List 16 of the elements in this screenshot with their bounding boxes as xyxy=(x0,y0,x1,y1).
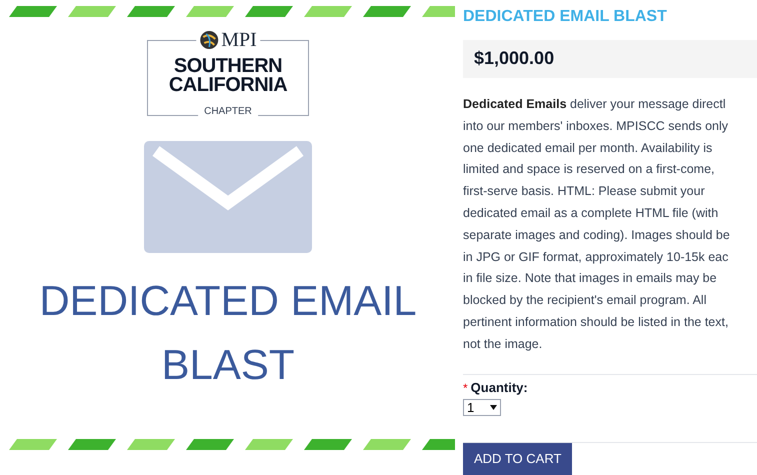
add-to-cart-button[interactable]: ADD TO CART xyxy=(463,443,572,475)
image-caption: BLAST xyxy=(161,340,295,390)
envelope-icon xyxy=(144,141,312,253)
logo-brand: MPI xyxy=(221,29,257,51)
required-mark: * xyxy=(463,380,468,396)
product-title: DEDICATED EMAIL BLAST xyxy=(463,8,668,26)
quantity-label: Quantity: xyxy=(470,378,528,397)
logo-chapter: CHAPTER xyxy=(204,106,252,117)
globe-icon xyxy=(199,30,220,50)
image-caption: DEDICATED EMAIL xyxy=(39,276,417,326)
logo-line: SOUTHERN xyxy=(174,57,282,76)
quantity-select[interactable]: 1 xyxy=(463,399,501,416)
product-description: Dedicated Emails deliver your message directl into our members' inboxes. MPISCC sends only one dedicated email per month. Availability is limited and space is reserved on a first-come, first-serve basis. HTML: Please submit your dedicated email as a complete HTML file (with separate images and coding). Images should be in JPG or GIF format, approximately 10-15k eac in file size. Note that images in emails may be blocked by the recipient's email program. All pertinent information should be listed in the text, not the image. xyxy=(463,96,731,353)
price: $1,000.00 xyxy=(474,47,554,70)
dropdown-caret-icon xyxy=(490,405,497,410)
logo-line: CALIFORNIA xyxy=(168,76,288,95)
